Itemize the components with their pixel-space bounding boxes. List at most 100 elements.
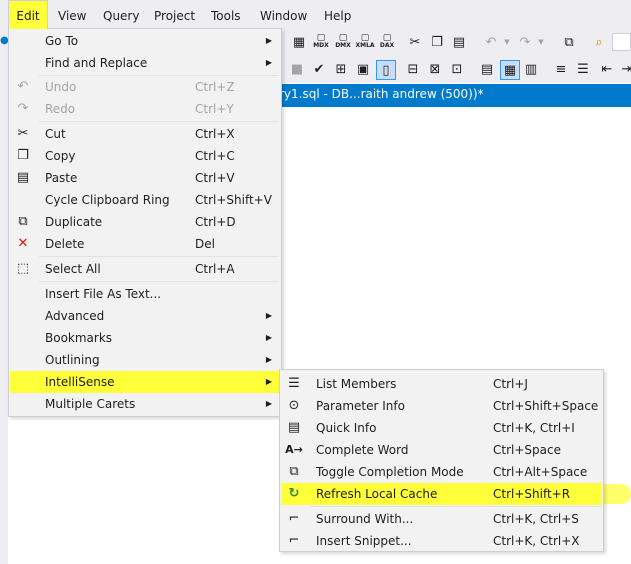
menu-item-shortcut: Ctrl+K, Ctrl+I xyxy=(493,421,575,435)
menu-item-insert-file[interactable]: Insert File As Text... xyxy=(10,283,280,305)
menu-item-label: Parameter Info xyxy=(316,399,405,413)
document-tab-title: ry1.sql - DB...raith andrew (500))* xyxy=(279,87,484,101)
cut-icon: ✂ xyxy=(17,126,29,141)
submenu-arrow-icon: ▶ xyxy=(265,36,272,45)
menu-item-list-members[interactable]: ☰ List Members Ctrl+J xyxy=(281,373,602,395)
menu-item-shortcut: Ctrl+Alt+Space xyxy=(493,465,588,479)
menu-item-bookmarks[interactable]: Bookmarks ▶ xyxy=(10,327,280,349)
results-to-grid-icon[interactable]: ▦ xyxy=(500,60,520,80)
menu-item-label: Complete Word xyxy=(316,443,409,457)
menu-project[interactable]: Project xyxy=(152,0,197,29)
redo-dropdown-icon[interactable]: ▼ xyxy=(532,33,550,51)
copy-icon: ❐ xyxy=(17,148,29,163)
menu-view-label: View xyxy=(58,9,87,23)
comment-icon[interactable]: ≡ xyxy=(552,60,570,78)
menu-item-label: Bookmarks xyxy=(45,331,113,345)
menu-tools[interactable]: Tools xyxy=(209,0,243,29)
query-icon[interactable]: ▦ xyxy=(290,33,308,51)
menu-item-redo[interactable]: ↷ Redo Ctrl+Y xyxy=(10,98,280,120)
menu-item-label: Refresh Local Cache xyxy=(316,487,438,501)
undo-icon: ↶ xyxy=(17,79,29,94)
find-icon[interactable]: ⌕ xyxy=(590,33,608,51)
stop-icon[interactable]: ■ xyxy=(288,60,306,78)
copy-icon[interactable]: ❐ xyxy=(428,33,446,51)
menu-separator xyxy=(310,506,601,507)
menu-item-shortcut: Ctrl+J xyxy=(493,377,528,391)
intellisense-enabled-icon[interactable]: ▯ xyxy=(376,60,396,80)
menu-item-shortcut: Ctrl+D xyxy=(195,215,236,229)
results-to-text-icon[interactable]: ▤ xyxy=(478,60,496,78)
menu-item-complete-word[interactable]: A→ Complete Word Ctrl+Space xyxy=(281,439,602,461)
list-members-icon: ☰ xyxy=(288,376,300,391)
menu-item-label: List Members xyxy=(316,377,397,391)
dax-query-button[interactable]: ▢ DAX xyxy=(378,33,396,51)
menu-separator xyxy=(39,256,279,257)
client-stats-icon[interactable]: ⊡ xyxy=(448,60,466,78)
menu-item-delete[interactable]: ✕ Delete Del xyxy=(10,233,280,255)
document-tab-active[interactable]: ry1.sql - DB...raith andrew (500))* xyxy=(275,84,631,105)
menu-item-label: IntelliSense xyxy=(45,375,115,389)
parse-icon[interactable]: ✔ xyxy=(310,60,328,78)
menu-query[interactable]: Query xyxy=(101,0,141,29)
paste-icon[interactable]: ▤ xyxy=(450,33,468,51)
menu-item-label: Advanced xyxy=(45,309,105,323)
query-options-icon[interactable]: ▣ xyxy=(354,60,372,78)
menu-item-toggle-completion[interactable]: ⧉ Toggle Completion Mode Ctrl+Alt+Space xyxy=(281,461,602,483)
menu-item-shortcut: Ctrl+Shift+R xyxy=(493,487,571,501)
menu-help[interactable]: Help xyxy=(322,0,353,29)
menu-item-label: Cycle Clipboard Ring xyxy=(45,193,170,207)
menu-help-label: Help xyxy=(324,9,352,23)
menu-item-cycle-clipboard[interactable]: Cycle Clipboard Ring Ctrl+Shift+V xyxy=(10,189,280,211)
cut-icon[interactable]: ✂ xyxy=(406,33,424,51)
menu-edit[interactable]: Edit xyxy=(8,0,48,29)
mdx-query-button[interactable]: ▢ MDX xyxy=(312,33,330,51)
left-edge-icon: ● xyxy=(0,35,9,46)
menu-bar: Edit View Query Project Tools Window Hel… xyxy=(0,0,631,30)
menu-item-undo[interactable]: ↶ Undo Ctrl+Z xyxy=(10,76,280,98)
menu-item-quick-info[interactable]: ▤ Quick Info Ctrl+K, Ctrl+I xyxy=(281,417,602,439)
menu-item-duplicate[interactable]: ⧉ Duplicate Ctrl+D xyxy=(10,211,280,233)
menu-item-multiple-carets[interactable]: Multiple Carets ▶ xyxy=(10,393,280,415)
dmx-query-button[interactable]: ▢ DMX xyxy=(334,33,352,51)
include-plan-icon[interactable]: ⊟ xyxy=(404,60,422,78)
live-stats-icon[interactable]: ⊠ xyxy=(426,60,444,78)
increase-indent-icon[interactable]: ⇥ xyxy=(618,60,631,78)
menu-window-label: Window xyxy=(260,9,308,23)
menu-item-surround-with[interactable]: ⌐ Surround With... Ctrl+K, Ctrl+S xyxy=(281,508,602,530)
menu-item-shortcut: Ctrl+X xyxy=(195,127,235,141)
xmla-query-button[interactable]: ▢ XMLA xyxy=(355,33,374,51)
menu-item-label: Copy xyxy=(45,149,76,163)
screenshot-icon[interactable]: ⧉ xyxy=(560,33,578,51)
menu-item-label: Cut xyxy=(45,127,66,141)
paste-icon: ▤ xyxy=(16,170,30,185)
find-box[interactable] xyxy=(612,33,631,51)
menu-item-shortcut: Ctrl+K, Ctrl+X xyxy=(493,534,580,548)
menu-item-shortcut: Ctrl+Shift+V xyxy=(195,193,272,207)
submenu-arrow-icon: ▶ xyxy=(265,311,272,320)
menu-item-paste[interactable]: ▤ Paste Ctrl+V xyxy=(10,167,280,189)
display-plan-icon[interactable]: ⊞ xyxy=(332,60,350,78)
menu-item-cut[interactable]: ✂ Cut Ctrl+X xyxy=(10,123,280,145)
menu-item-intellisense[interactable]: IntelliSense ▶ xyxy=(10,371,280,393)
menu-item-select-all[interactable]: ⬚ Select All Ctrl+A xyxy=(10,258,280,280)
undo-dropdown-icon[interactable]: ▼ xyxy=(498,33,516,51)
menu-view[interactable]: View xyxy=(56,0,88,29)
uncomment-icon[interactable]: ☰ xyxy=(574,60,592,78)
menu-item-shortcut: Ctrl+V xyxy=(195,171,235,185)
menu-item-copy[interactable]: ❐ Copy Ctrl+C xyxy=(10,145,280,167)
menu-item-advanced[interactable]: Advanced ▶ xyxy=(10,305,280,327)
menu-item-parameter-info[interactable]: ⊙ Parameter Info Ctrl+Shift+Space xyxy=(281,395,602,417)
dax-label: DAX xyxy=(379,42,395,49)
menu-item-refresh-local-cache[interactable]: ↻ Refresh Local Cache Ctrl+Shift+R xyxy=(281,483,602,505)
menu-tools-label: Tools xyxy=(211,9,241,23)
menu-window[interactable]: Window xyxy=(258,0,309,29)
menu-item-insert-snippet[interactable]: ⌐ Insert Snippet... Ctrl+K, Ctrl+X xyxy=(281,530,602,552)
decrease-indent-icon[interactable]: ⇤ xyxy=(598,60,616,78)
menu-item-find-replace[interactable]: Find and Replace ▶ xyxy=(10,52,280,74)
menu-item-label: Undo xyxy=(45,80,77,94)
menu-item-outlining[interactable]: Outlining ▶ xyxy=(10,349,280,371)
menu-item-label: Delete xyxy=(45,237,85,251)
menu-item-go-to[interactable]: Go To ▶ xyxy=(10,30,280,52)
menu-item-shortcut: Ctrl+Z xyxy=(195,80,235,94)
results-to-file-icon[interactable]: ▥ xyxy=(522,60,540,78)
